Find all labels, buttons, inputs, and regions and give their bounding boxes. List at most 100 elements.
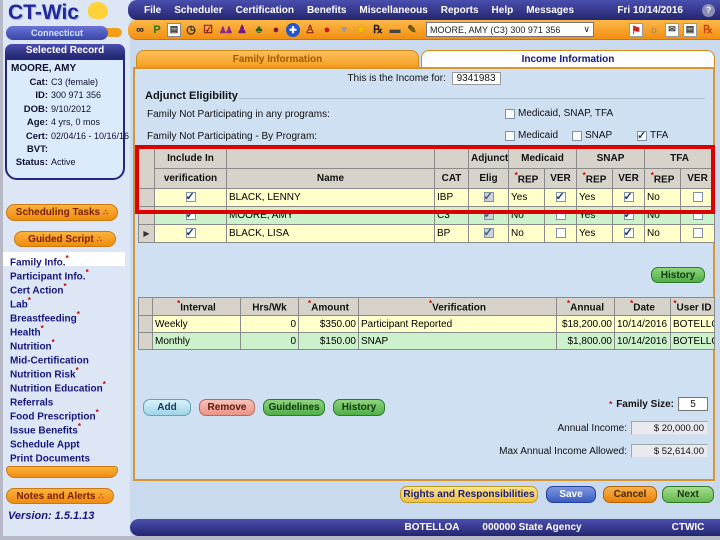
tfa-rep-value[interactable]: No xyxy=(644,188,682,207)
card-icon[interactable]: ▬ xyxy=(388,23,402,37)
adjunct-elig-checkbox[interactable] xyxy=(483,226,494,239)
medicaid-ver-checkbox[interactable] xyxy=(555,210,566,221)
tfa-checkbox[interactable] xyxy=(637,129,647,142)
medicaid-ver-checkbox[interactable] xyxy=(555,190,566,203)
row-selector[interactable]: ▶ xyxy=(138,224,155,243)
income-row[interactable]: Weekly 0 $350.00 Participant Reported $1… xyxy=(138,315,715,333)
menu-miscellaneous[interactable]: Miscellaneous xyxy=(359,5,427,16)
scheduling-tasks-button[interactable]: Scheduling Tasks ∴ xyxy=(6,204,118,221)
tab-income-information[interactable]: Income Information xyxy=(421,50,715,68)
row-selector[interactable] xyxy=(138,332,153,350)
heart-icon[interactable]: ♥ xyxy=(337,23,351,37)
help-icon[interactable]: ? xyxy=(702,3,715,17)
sidebar-item-breastfeeding[interactable]: Breastfeeding* xyxy=(3,308,125,324)
rx-icon[interactable]: ℞ xyxy=(371,23,385,37)
adjunct-elig-checkbox[interactable] xyxy=(483,208,494,221)
history-button-top[interactable]: History xyxy=(651,267,705,283)
menu-reports[interactable]: Reports xyxy=(441,5,479,16)
guidelines-button[interactable]: Guidelines xyxy=(263,399,325,416)
apple-icon[interactable]: ● xyxy=(320,23,334,37)
menu-certification[interactable]: Certification xyxy=(236,5,294,16)
snap-ver-checkbox[interactable] xyxy=(623,190,634,203)
medicaid-rep-value[interactable]: Yes xyxy=(508,188,545,207)
save-button[interactable]: Save xyxy=(546,486,596,503)
tfa-ver-checkbox[interactable] xyxy=(692,192,703,203)
sidebar-item-print-documents[interactable]: Print Documents xyxy=(3,448,125,464)
snap-ver-checkbox[interactable] xyxy=(623,226,634,239)
include-checkbox[interactable] xyxy=(185,226,196,239)
tab-family-information[interactable]: Family Information xyxy=(136,50,419,68)
menu-benefits[interactable]: Benefits xyxy=(307,5,346,16)
guided-script-button[interactable]: Guided Script ∴ xyxy=(14,231,116,247)
snap-rep-value[interactable]: Yes xyxy=(576,206,614,225)
plus-icon[interactable]: ✚ xyxy=(286,22,300,37)
notebook-icon[interactable]: ▤ xyxy=(167,22,181,37)
snap-rep-value[interactable]: Yes xyxy=(576,224,614,243)
rights-and-responsibilities-button[interactable]: Rights and Responsibilities xyxy=(400,486,538,503)
menu-help[interactable]: Help xyxy=(492,5,514,16)
interval-value[interactable]: Monthly xyxy=(152,332,241,350)
add-button[interactable]: Add xyxy=(143,399,191,416)
sidebar-item-schedule-appt[interactable]: Schedule Appt xyxy=(3,434,125,450)
family-icon[interactable]: ♟♟ xyxy=(218,23,233,37)
menu-messages[interactable]: Messages xyxy=(526,5,574,16)
verification-value[interactable]: Participant Reported xyxy=(358,315,557,333)
next-button[interactable]: Next xyxy=(662,486,714,503)
participant-row[interactable]: ▶ BLACK, LISA BP No Yes No xyxy=(138,224,716,243)
medicaid-checkbox[interactable] xyxy=(505,130,515,141)
sidebar-item-nutrition-risk[interactable]: Nutrition Risk* xyxy=(3,364,125,380)
record-dropdown[interactable]: MOORE, AMY (C3) 300 971 356 ∨ xyxy=(426,22,594,37)
amount-value[interactable]: $150.00 xyxy=(298,332,359,350)
family-size-input[interactable]: 5 xyxy=(678,397,708,411)
row-selector[interactable] xyxy=(138,315,153,333)
medicaid-ver-checkbox[interactable] xyxy=(555,228,566,239)
history-button[interactable]: History xyxy=(333,399,385,416)
edit-icon[interactable]: ✎ xyxy=(405,23,419,37)
sidebar-item-nutrition[interactable]: Nutrition* xyxy=(3,336,125,352)
sidebar-item-cert-action[interactable]: Cert Action* xyxy=(3,280,125,296)
snap-ver-checkbox[interactable] xyxy=(623,208,634,221)
include-checkbox[interactable] xyxy=(185,190,196,203)
hrs-wk-value[interactable]: 0 xyxy=(240,315,299,333)
sidebar-item-issue-benefits[interactable]: Issue Benefits* xyxy=(3,420,125,436)
sidebar-item-participant-info[interactable]: Participant Info.* xyxy=(3,266,125,282)
notes-and-alerts-button[interactable]: Notes and Alerts ∴ xyxy=(6,488,114,504)
tfa-ver-checkbox[interactable] xyxy=(692,210,703,221)
menu-scheduler[interactable]: Scheduler xyxy=(174,5,222,16)
interval-value[interactable]: Weekly xyxy=(152,315,241,333)
tfa-rep-value[interactable]: No xyxy=(644,224,682,243)
income-row[interactable]: Monthly 0 $150.00 SNAP $1,800.00 10/14/2… xyxy=(138,332,715,350)
remove-button[interactable]: Remove xyxy=(199,399,255,416)
tree-icon[interactable]: ♣ xyxy=(252,23,266,37)
letter-p-icon[interactable]: P xyxy=(150,23,164,37)
grapes-icon[interactable]: ● xyxy=(269,23,283,37)
rx-orange-icon[interactable]: ℞ xyxy=(701,23,715,37)
tfa-rep-value[interactable]: No xyxy=(644,206,682,225)
sidebar-item-food-prescription[interactable]: Food Prescription* xyxy=(3,406,125,422)
checklist-icon[interactable]: ☑ xyxy=(201,23,215,37)
row-selector[interactable] xyxy=(138,206,155,225)
participant-row[interactable]: MOORE, AMY C3 No Yes No xyxy=(138,206,716,225)
binoculars-icon[interactable]: ∞ xyxy=(133,23,147,37)
tfa-ver-checkbox[interactable] xyxy=(692,228,703,239)
snap-rep-value[interactable]: Yes xyxy=(576,188,614,207)
envelope-icon[interactable]: ✉ xyxy=(665,22,679,37)
clock-icon[interactable]: ◷ xyxy=(184,23,198,37)
star-icon[interactable]: ★ xyxy=(354,23,368,37)
medicaid-rep-value[interactable]: No xyxy=(508,206,545,225)
document-icon[interactable]: ▤ xyxy=(683,22,697,37)
medicaid-snap-tfa-checkbox[interactable] xyxy=(505,108,515,119)
row-selector[interactable] xyxy=(138,188,155,207)
verification-value[interactable]: SNAP xyxy=(358,332,557,350)
sidebar-item-family-info[interactable]: Family Info.* xyxy=(3,252,125,268)
snap-checkbox[interactable] xyxy=(572,130,582,141)
sidebar-item-nutrition-education[interactable]: Nutrition Education* xyxy=(3,378,125,394)
include-checkbox[interactable] xyxy=(185,208,196,221)
person-icon[interactable]: ♟ xyxy=(235,23,249,37)
sidebar-item-mid-certification[interactable]: Mid-Certification xyxy=(3,350,125,366)
adjunct-elig-checkbox[interactable] xyxy=(483,190,494,203)
sidebar-item-lab[interactable]: Lab* xyxy=(3,294,125,310)
amount-value[interactable]: $350.00 xyxy=(298,315,359,333)
participant-row[interactable]: BLACK, LENNY IBP Yes Yes No xyxy=(138,188,716,207)
hrs-wk-value[interactable]: 0 xyxy=(240,332,299,350)
